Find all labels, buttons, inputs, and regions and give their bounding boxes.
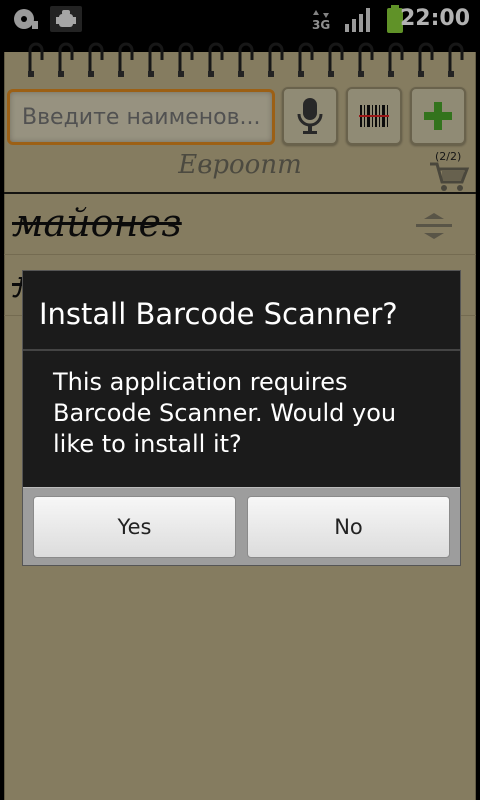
dialog-title: Install Barcode Scanner? <box>39 297 398 331</box>
no-button[interactable]: No <box>247 496 450 558</box>
dialog-message: This application requires Barcode Scanne… <box>53 368 397 458</box>
yes-button[interactable]: Yes <box>33 496 236 558</box>
dialog-button-bar: Yes No <box>23 487 460 565</box>
dialog-divider <box>23 349 460 351</box>
install-dialog: Install Barcode Scanner? This applicatio… <box>22 270 461 566</box>
